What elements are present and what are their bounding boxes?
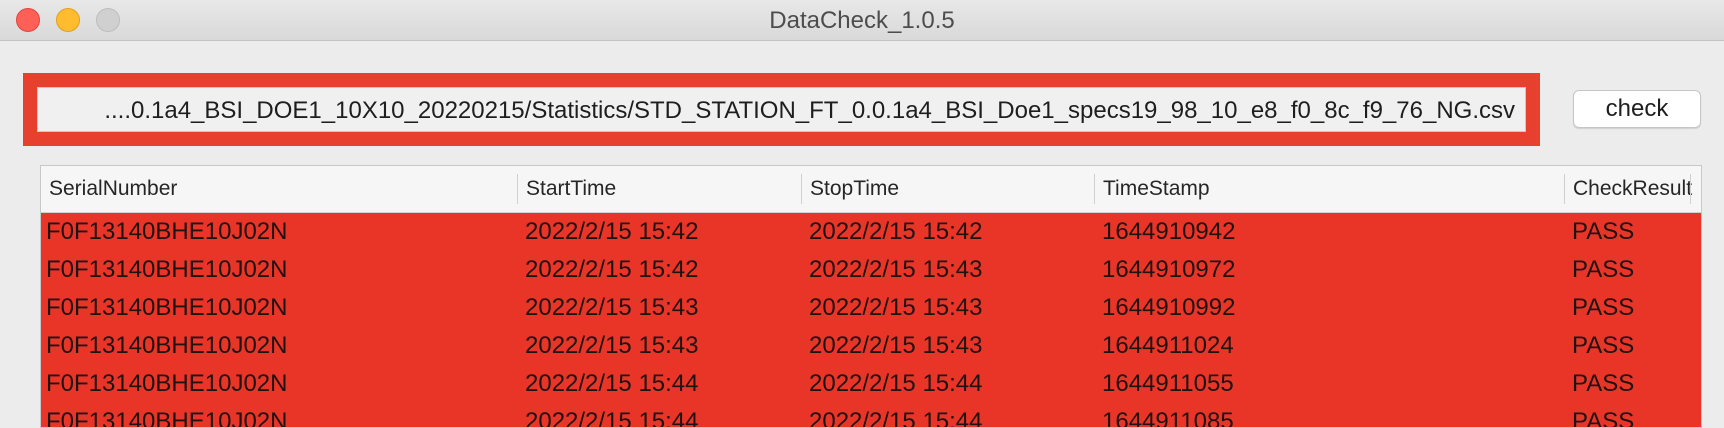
cell-checkresult: PASS — [1572, 332, 1635, 359]
column-header-checkresult[interactable]: CheckResult — [1565, 166, 1701, 212]
cell-checkresult: PASS — [1572, 294, 1635, 321]
cell-stoptime: 2022/2/15 15:43 — [809, 256, 983, 283]
table-row[interactable]: F0F13140BHE10J02N 2022/2/15 15:43 2022/2… — [41, 327, 1701, 365]
cell-serialnumber: F0F13140BHE10J02N — [46, 294, 288, 321]
check-button[interactable]: check — [1573, 90, 1701, 128]
table-row[interactable]: F0F13140BHE10J02N 2022/2/15 15:42 2022/2… — [41, 251, 1701, 289]
table-row[interactable]: F0F13140BHE10J02N 2022/2/15 15:43 2022/2… — [41, 289, 1701, 327]
table-body: F0F13140BHE10J02N 2022/2/15 15:42 2022/2… — [41, 213, 1701, 428]
cell-stoptime: 2022/2/15 15:43 — [809, 294, 983, 321]
cell-stoptime: 2022/2/15 15:43 — [809, 332, 983, 359]
cell-starttime: 2022/2/15 15:42 — [525, 256, 699, 283]
column-header-starttime[interactable]: StartTime — [518, 166, 801, 212]
file-path-highlight: ....0.1a4_BSI_DOE1_10X10_20220215/Statis… — [23, 73, 1540, 146]
cell-timestamp: 1644911055 — [1102, 370, 1234, 397]
cell-serialnumber: F0F13140BHE10J02N — [46, 218, 288, 245]
title-bar: DataCheck_1.0.5 — [0, 0, 1724, 41]
table-row[interactable]: F0F13140BHE10J02N 2022/2/15 15:44 2022/2… — [41, 403, 1701, 428]
cell-starttime: 2022/2/15 15:42 — [525, 218, 699, 245]
column-header-timestamp[interactable]: TimeStamp — [1095, 166, 1564, 212]
file-path-field[interactable]: ....0.1a4_BSI_DOE1_10X10_20220215/Statis… — [37, 87, 1526, 132]
file-path-text: ....0.1a4_BSI_DOE1_10X10_20220215/Statis… — [104, 97, 1515, 124]
cell-serialnumber: F0F13140BHE10J02N — [46, 332, 288, 359]
column-header-serialnumber[interactable]: SerialNumber — [41, 166, 517, 212]
window-title: DataCheck_1.0.5 — [769, 7, 955, 34]
cell-checkresult: PASS — [1572, 256, 1635, 283]
cell-starttime: 2022/2/15 15:43 — [525, 332, 699, 359]
cell-starttime: 2022/2/15 15:44 — [525, 370, 699, 397]
cell-serialnumber: F0F13140BHE10J02N — [46, 256, 288, 283]
cell-serialnumber: F0F13140BHE10J02N — [46, 408, 288, 428]
cell-timestamp: 1644910972 — [1102, 256, 1236, 283]
cell-checkresult: PASS — [1572, 370, 1635, 397]
cell-starttime: 2022/2/15 15:43 — [525, 294, 699, 321]
cell-timestamp: 1644911085 — [1102, 408, 1234, 428]
column-header-stoptime[interactable]: StopTime — [802, 166, 1094, 212]
cell-starttime: 2022/2/15 15:44 — [525, 408, 699, 428]
column-divider[interactable] — [1690, 174, 1691, 204]
app-window: DataCheck_1.0.5 ....0.1a4_BSI_DOE1_10X10… — [0, 0, 1724, 428]
table-row[interactable]: F0F13140BHE10J02N 2022/2/15 15:44 2022/2… — [41, 365, 1701, 403]
cell-checkresult: PASS — [1572, 408, 1635, 428]
cell-timestamp: 1644911024 — [1102, 332, 1234, 359]
cell-timestamp: 1644910942 — [1102, 218, 1236, 245]
cell-timestamp: 1644910992 — [1102, 294, 1236, 321]
cell-serialnumber: F0F13140BHE10J02N — [46, 370, 288, 397]
cell-checkresult: PASS — [1572, 218, 1635, 245]
cell-stoptime: 2022/2/15 15:44 — [809, 408, 983, 428]
cell-stoptime: 2022/2/15 15:42 — [809, 218, 983, 245]
results-table: SerialNumber StartTime StopTime TimeStam… — [40, 165, 1702, 428]
cell-stoptime: 2022/2/15 15:44 — [809, 370, 983, 397]
table-header: SerialNumber StartTime StopTime TimeStam… — [41, 166, 1701, 213]
table-row[interactable]: F0F13140BHE10J02N 2022/2/15 15:42 2022/2… — [41, 213, 1701, 251]
